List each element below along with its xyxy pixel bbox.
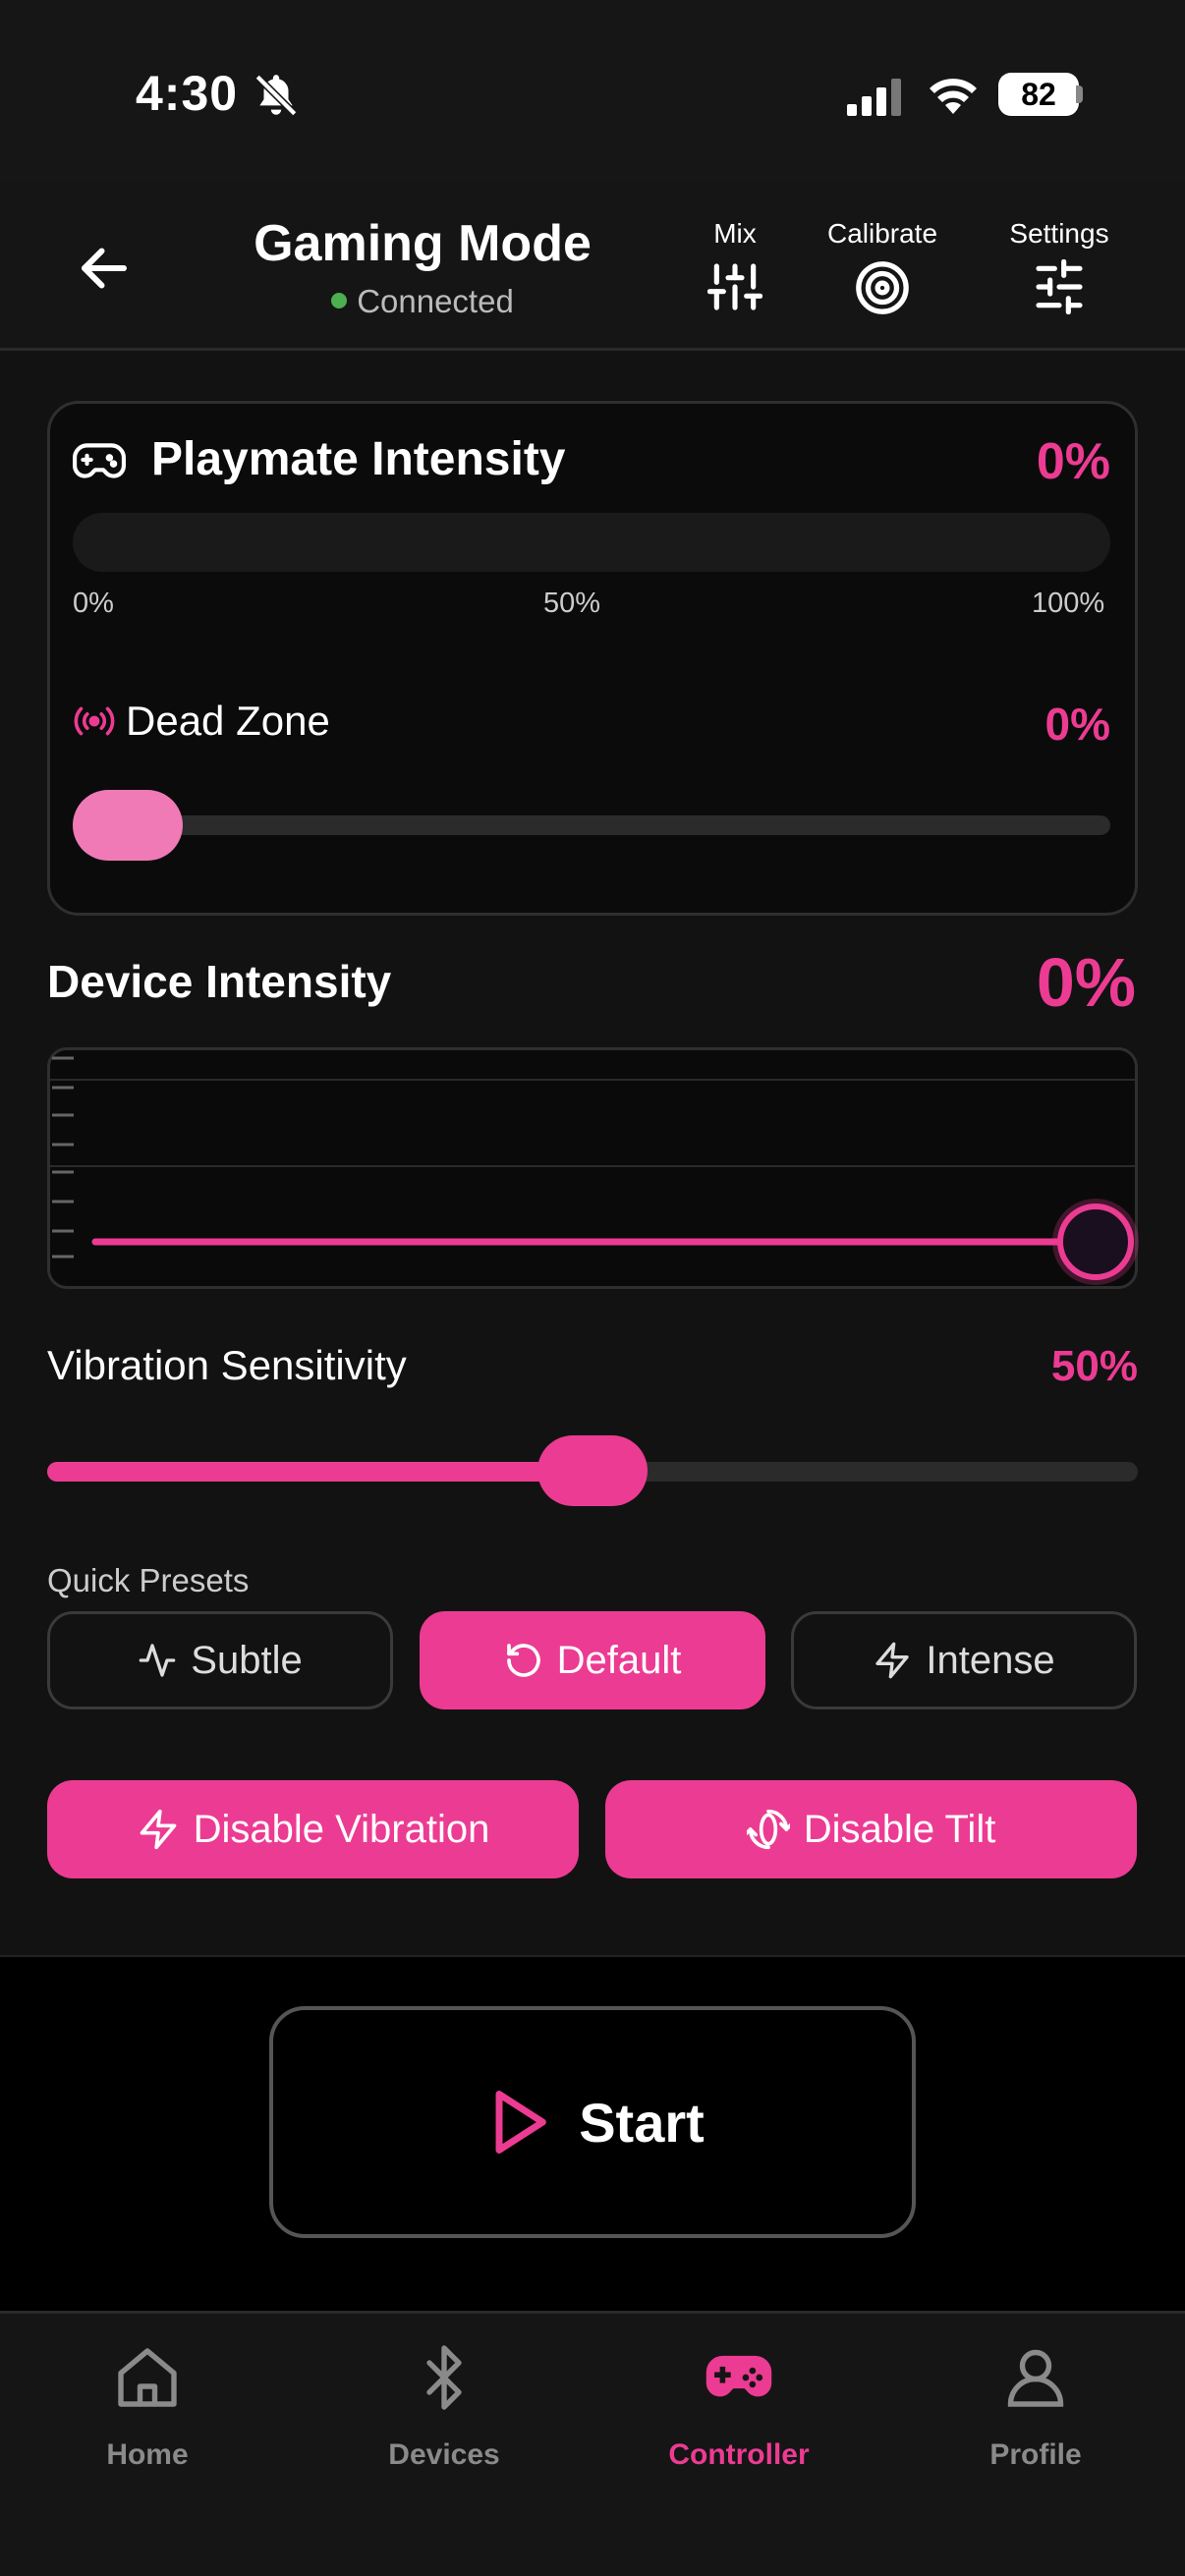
connected-dot	[331, 293, 348, 309]
vibration-sensitivity-title: Vibration Sensitivity	[47, 1342, 407, 1388]
device-intensity-value: 0%	[1036, 944, 1136, 1021]
mix-button[interactable]: Mix	[688, 218, 782, 314]
disable-tilt-button[interactable]: Disable Tilt	[605, 1780, 1137, 1878]
sliders-vertical-icon	[707, 263, 762, 310]
preset-default-button[interactable]: Default	[420, 1611, 765, 1709]
battery-indicator: 82	[998, 73, 1079, 116]
connection-label: Connected	[357, 283, 514, 319]
vibration-sensitivity-fill	[47, 1462, 592, 1482]
playmate-intensity-title: Playmate Intensity	[151, 433, 566, 485]
tab-devices-label: Devices	[388, 2438, 500, 2471]
zap-icon	[140, 1809, 176, 1850]
tab-home-label: Home	[106, 2438, 189, 2471]
user-icon	[1007, 2349, 1064, 2407]
preset-subtle-button[interactable]: Subtle	[47, 1611, 393, 1709]
tab-profile-label: Profile	[989, 2438, 1082, 2471]
home-icon	[118, 2348, 177, 2407]
mix-label: Mix	[713, 218, 757, 249]
dead-zone-value: 0%	[1044, 699, 1110, 750]
bell-muted-icon	[252, 71, 301, 120]
calibrate-label: Calibrate	[826, 218, 938, 249]
page-title: Gaming Mode	[254, 215, 592, 272]
sliders-horizontal-icon	[1036, 259, 1083, 314]
preset-intense-button[interactable]: Intense	[791, 1611, 1137, 1709]
connection-status: Connected	[187, 283, 658, 320]
dead-zone-slider-thumb[interactable]	[73, 790, 183, 861]
zap-icon	[875, 1642, 910, 1679]
settings-button[interactable]: Settings	[983, 218, 1136, 314]
playmate-intensity-bar	[73, 513, 1110, 572]
vibration-sensitivity-value: 50%	[1050, 1342, 1138, 1390]
tick-min: 0%	[73, 588, 114, 619]
tick-max: 100%	[1032, 588, 1105, 619]
tab-devices[interactable]: Devices	[336, 2342, 552, 2472]
radio-waves-icon	[73, 703, 116, 739]
gamepad-icon	[73, 438, 126, 485]
preset-default-label: Default	[556, 1638, 682, 1682]
rotate-ccw-icon	[506, 1644, 540, 1677]
status-time: 4:30	[136, 66, 239, 121]
start-label: Start	[579, 2091, 705, 2154]
tab-home[interactable]: Home	[39, 2342, 255, 2472]
quick-presets-title: Quick Presets	[47, 1562, 250, 1598]
wifi-icon	[928, 75, 979, 116]
activity-icon	[139, 1644, 176, 1677]
gamepad-icon	[705, 2355, 772, 2397]
disable-vibration-button[interactable]: Disable Vibration	[47, 1780, 579, 1878]
back-arrow-icon[interactable]	[75, 239, 134, 298]
device-intensity-title: Device Intensity	[47, 956, 392, 1007]
playmate-intensity-value: 0%	[1036, 433, 1110, 490]
tab-controller[interactable]: Controller	[631, 2342, 847, 2472]
target-icon	[856, 261, 909, 314]
disable-tilt-label: Disable Tilt	[803, 1807, 996, 1851]
tick-mid: 50%	[543, 588, 601, 619]
device-intensity-graph	[47, 1047, 1139, 1289]
tilt-rotate-icon	[746, 1809, 790, 1850]
preset-subtle-label: Subtle	[191, 1638, 303, 1682]
dead-zone-slider-track[interactable]	[73, 815, 1110, 835]
start-button[interactable]: Start	[269, 2006, 916, 2238]
tab-profile[interactable]: Profile	[928, 2342, 1144, 2472]
cell-signal-icon	[847, 79, 904, 116]
settings-label: Settings	[1009, 218, 1109, 249]
dead-zone-title: Dead Zone	[126, 698, 330, 744]
play-icon	[495, 2091, 547, 2154]
calibrate-button[interactable]: Calibrate	[816, 218, 949, 316]
battery-nub	[1076, 85, 1083, 103]
bluetooth-icon	[426, 2345, 462, 2410]
vibration-sensitivity-thumb[interactable]	[537, 1435, 648, 1506]
preset-intense-label: Intense	[926, 1638, 1055, 1682]
tab-controller-label: Controller	[668, 2438, 810, 2471]
disable-vibration-label: Disable Vibration	[193, 1807, 490, 1851]
